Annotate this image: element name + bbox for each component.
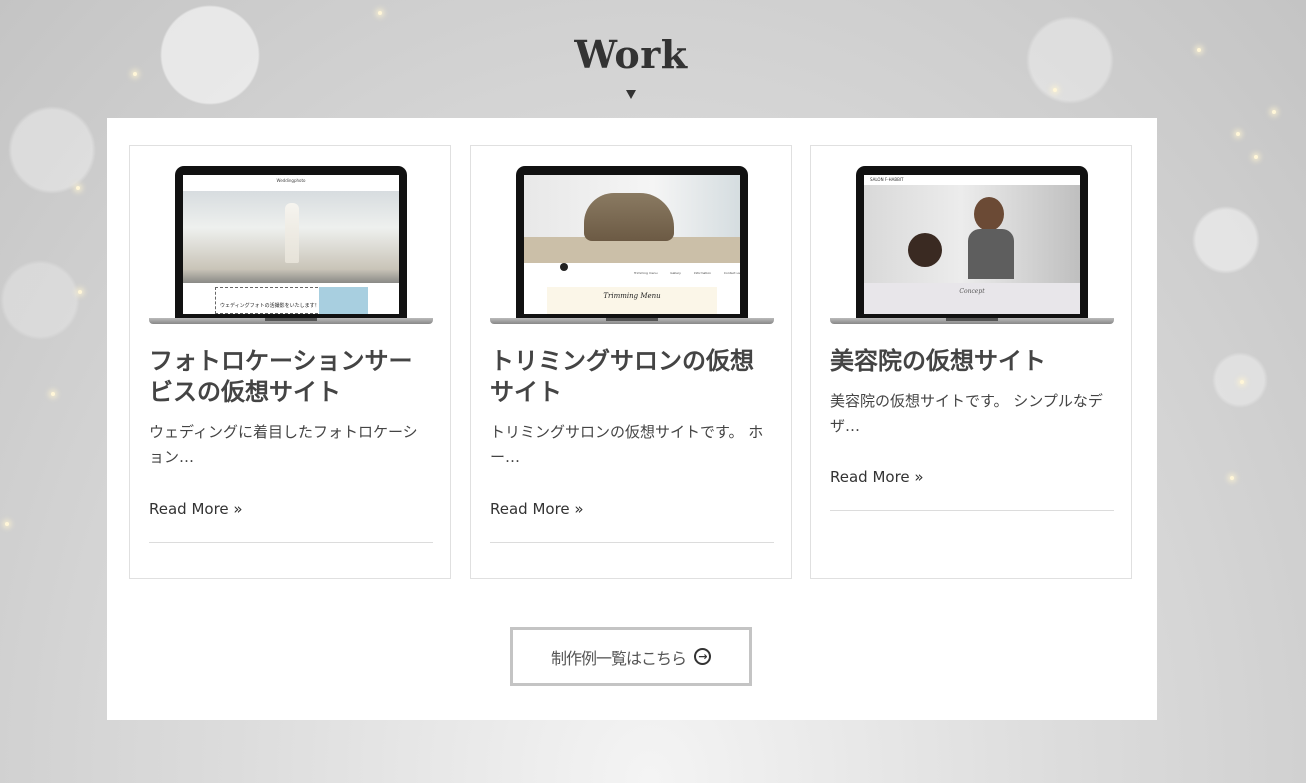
- sparkle: [1236, 132, 1240, 136]
- laptop-notch: [606, 318, 658, 321]
- work-card[interactable]: Trimming menu Gallery Information Contac…: [470, 145, 792, 579]
- work-panel: Weddingphoto ウェディングフォトの活撮影をいたします！ フォトロケー…: [107, 118, 1157, 720]
- laptop-mockup-image[interactable]: Trimming menu Gallery Information Contac…: [490, 164, 774, 326]
- laptop-frame: Trimming menu Gallery Information Contac…: [516, 166, 748, 318]
- laptop-frame: SALON F-HABBIT Concept: [856, 166, 1088, 318]
- sparkle: [1254, 155, 1258, 159]
- card-excerpt: 美容院の仮想サイトです。 シンプルなデザ…: [830, 392, 1103, 435]
- laptop-notch: [946, 318, 998, 321]
- read-more-link[interactable]: Read More »: [830, 468, 924, 486]
- site-screenshot: Weddingphoto ウェディングフォトの活撮影をいたします！: [183, 175, 399, 314]
- sparkle: [378, 11, 382, 15]
- card-divider: [490, 542, 774, 543]
- card-divider: [149, 542, 433, 543]
- screen-banner: ウェディングフォトの活撮影をいたします！: [220, 303, 320, 309]
- screen-site-name: SALON F-HABBIT: [870, 177, 904, 182]
- screen-site-name: Weddingphoto: [276, 178, 306, 183]
- screen-nav-item: Information: [693, 271, 712, 275]
- caret-down-icon: [626, 90, 636, 99]
- screen-nav-item: Gallery: [670, 271, 681, 275]
- circle-arrow-right-icon: →: [694, 648, 711, 665]
- laptop-frame: Weddingphoto ウェディングフォトの活撮影をいたします！: [175, 166, 407, 318]
- site-screenshot: Trimming menu Gallery Information Contac…: [524, 175, 740, 314]
- work-card[interactable]: SALON F-HABBIT Concept 美容院の仮想サイト 美容院の仮想サ…: [810, 145, 1132, 579]
- laptop-mockup-image[interactable]: Weddingphoto ウェディングフォトの活撮影をいたします！: [149, 164, 433, 326]
- sparkle: [51, 392, 55, 396]
- sparkle: [1240, 380, 1244, 384]
- laptop-mockup-image[interactable]: SALON F-HABBIT Concept: [830, 164, 1114, 326]
- card-excerpt: ウェディングに着目したフォトロケーション…: [149, 423, 418, 466]
- laptop-notch: [265, 318, 317, 321]
- screen-nav-item: Trimming menu: [634, 271, 658, 275]
- work-card[interactable]: Weddingphoto ウェディングフォトの活撮影をいたします！ フォトロケー…: [129, 145, 451, 579]
- sparkle: [1230, 476, 1234, 480]
- section-title: Work: [574, 32, 688, 77]
- screen-sub: Concept: [959, 288, 985, 295]
- read-more-link[interactable]: Read More »: [490, 500, 584, 518]
- sparkle: [1272, 110, 1276, 114]
- screen-heading: Trimming Menu: [603, 292, 661, 300]
- works-list-button[interactable]: 制作例一覧はこちら →: [510, 627, 752, 686]
- sparkle: [5, 522, 9, 526]
- card-title[interactable]: 美容院の仮想サイト: [830, 346, 1114, 377]
- sparkle: [78, 290, 82, 294]
- works-list-button-label: 制作例一覧はこちら: [550, 648, 687, 668]
- card-title[interactable]: フォトロケーションサービスの仮想サイト: [149, 346, 433, 408]
- site-screenshot: SALON F-HABBIT Concept: [864, 175, 1080, 314]
- sparkle: [1053, 88, 1057, 92]
- card-divider: [830, 510, 1114, 511]
- card-title[interactable]: トリミングサロンの仮想サイト: [490, 346, 774, 408]
- card-excerpt: トリミングサロンの仮想サイトです。 ホー…: [490, 423, 764, 466]
- screen-nav-item: Contact us: [723, 271, 740, 275]
- read-more-link[interactable]: Read More »: [149, 500, 243, 518]
- sparkle: [76, 186, 80, 190]
